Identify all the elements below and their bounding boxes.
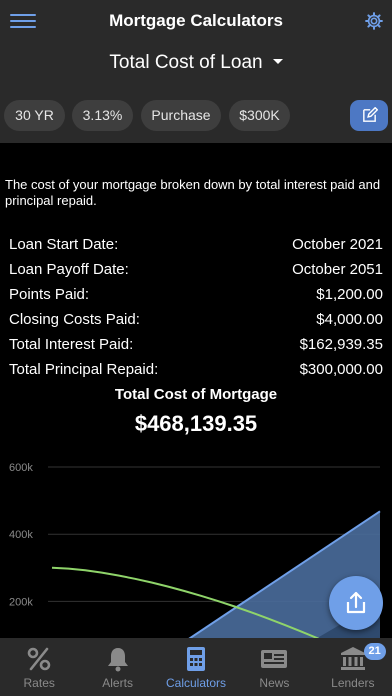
calculator-selector[interactable]: Total Cost of Loan <box>0 42 392 86</box>
app-bar: Mortgage Calculators <box>0 0 392 42</box>
chip-amount[interactable]: $300K <box>229 100 290 131</box>
total-cost-value: $468,139.35 <box>134 411 258 436</box>
share-button[interactable] <box>329 576 383 630</box>
chip-term[interactable]: 30 YR <box>4 100 65 131</box>
row-points-paid: Points Paid: $1,200.00 <box>9 286 383 303</box>
newspaper-icon <box>261 650 288 668</box>
tab-label-rates: Rates <box>23 676 55 690</box>
chip-loan-type[interactable]: Purchase <box>141 100 221 131</box>
tab-label-lenders: Lenders <box>331 676 375 690</box>
caret-down-icon <box>272 59 283 65</box>
tab-news[interactable]: News <box>235 638 313 696</box>
tab-lenders[interactable]: 21 Lenders <box>314 638 392 696</box>
tab-label-alerts: Alerts <box>102 676 133 690</box>
row-closing-costs: Closing Costs Paid: $4,000.00 <box>9 311 383 328</box>
tab-label-news: News <box>259 676 290 690</box>
tab-rates[interactable]: Rates <box>0 638 78 696</box>
app-title: Mortgage Calculators <box>109 11 283 30</box>
total-cost-title: Total Cost of Mortgage <box>114 386 278 403</box>
tab-bar: Rates Alerts Calculators News 21 Lenders <box>0 638 392 696</box>
gear-icon[interactable] <box>364 11 384 31</box>
edit-icon <box>363 107 378 122</box>
calculator-selector-label: Total Cost of Loan <box>109 52 263 73</box>
row-loan-start: Loan Start Date: October 2021 <box>9 236 383 253</box>
chip-rate[interactable]: 3.13% <box>72 100 133 131</box>
calculator-description: The cost of your mortgage broken down by… <box>5 177 381 208</box>
tab-alerts[interactable]: Alerts <box>78 638 156 696</box>
percent-icon <box>27 647 51 671</box>
calculator-icon <box>187 647 206 671</box>
lenders-count-badge: 21 <box>363 643 386 660</box>
loan-summary-table: Loan Start Date: October 2021 Loan Payoff… <box>9 234 383 384</box>
bell-icon <box>107 648 128 672</box>
y-tick-label: 600k <box>9 462 33 474</box>
tab-calculators[interactable]: Calculators <box>157 638 235 696</box>
tab-label-calculators: Calculators <box>166 676 227 690</box>
loan-parameter-chips: 30 YR 3.13% Purchase $300K <box>0 86 392 143</box>
bank-icon <box>340 647 365 670</box>
share-icon <box>346 591 366 614</box>
row-total-principal: Total Principal Repaid: $300,000.00 <box>9 361 383 378</box>
y-tick-label: 400k <box>9 529 33 541</box>
edit-parameters-button[interactable] <box>350 100 388 131</box>
y-tick-label: 200k <box>9 596 33 608</box>
row-loan-payoff: Loan Payoff Date: October 2051 <box>9 261 383 278</box>
row-total-interest: Total Interest Paid: $162,939.35 <box>9 336 383 353</box>
